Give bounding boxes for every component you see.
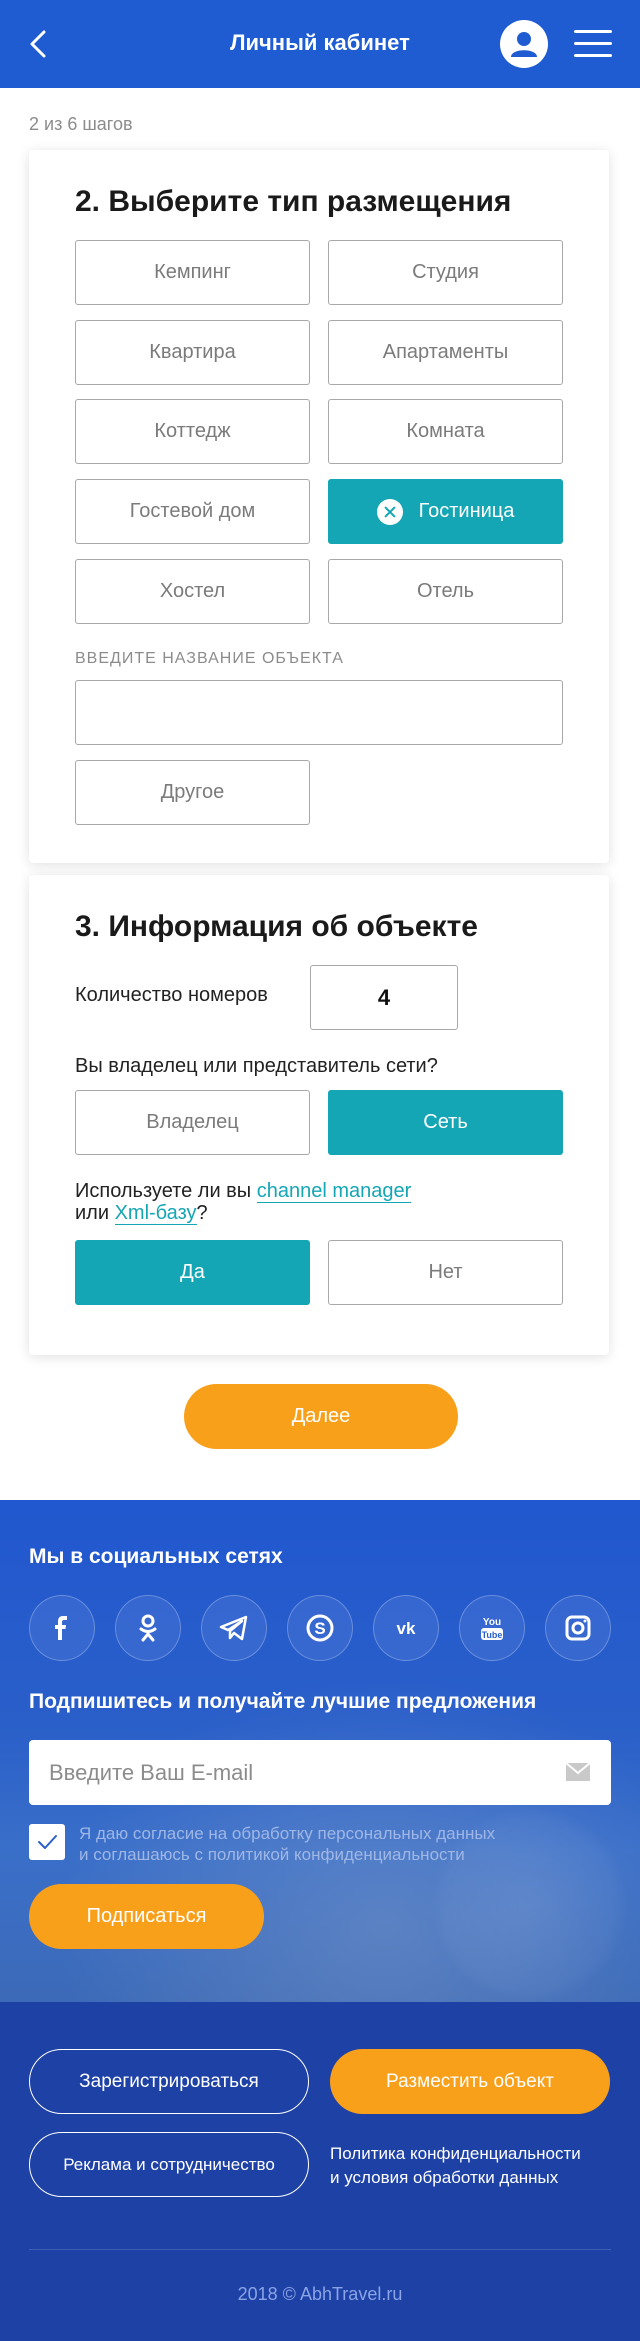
consent-checkbox[interactable] xyxy=(29,1824,65,1860)
option-cottage[interactable]: Коттедж xyxy=(75,399,310,464)
option-apartment[interactable]: Квартира xyxy=(75,320,310,385)
svg-text:Tube: Tube xyxy=(482,1630,503,1640)
option-no[interactable]: Нет xyxy=(328,1240,563,1305)
option-yes[interactable]: Да xyxy=(75,1240,310,1305)
channel-manager-question: Используете ли вы channel manager или Xm… xyxy=(75,1180,412,1225)
object-name-label: ВВЕДИТЕ НАЗВАНИЕ ОБЪЕКТА xyxy=(75,650,344,667)
object-name-input[interactable] xyxy=(75,680,563,745)
copyright: 2018 © AbhTravel.ru xyxy=(237,2284,403,2304)
register-button[interactable]: Зарегистрироваться xyxy=(29,2049,309,2114)
rooms-count-input[interactable]: 4 xyxy=(310,965,458,1030)
svg-text:You: You xyxy=(483,1617,501,1628)
subscribe-button[interactable]: Подписаться xyxy=(29,1884,264,1949)
section-title: 3. Информация об объекте xyxy=(75,910,478,943)
section-title: 2. Выберите тип размещения xyxy=(75,185,512,218)
step-progress: 2 из 6 шагов xyxy=(29,114,133,134)
rooms-label: Количество номеров xyxy=(75,984,268,1006)
profile-icon[interactable] xyxy=(500,20,548,68)
option-other[interactable]: Другое xyxy=(75,760,310,825)
social-title: Мы в социальных сетях xyxy=(29,1545,283,1568)
consent-text: Я даю согласие на обработку персональных… xyxy=(79,1824,496,1864)
footer-divider xyxy=(29,2249,611,2250)
check-icon xyxy=(38,1835,57,1849)
svg-text:S: S xyxy=(314,1619,325,1638)
option-apartments[interactable]: Апартаменты xyxy=(328,320,563,385)
place-object-button[interactable]: Разместить объект xyxy=(330,2049,610,2114)
mail-icon xyxy=(565,1762,591,1781)
option-hostel[interactable]: Хостел xyxy=(75,559,310,624)
option-hotel-selected[interactable]: Гостиница xyxy=(328,479,563,544)
channel-manager-link[interactable]: channel manager xyxy=(256,1180,412,1203)
subscribe-title: Подпишитесь и получайте лучшие предложен… xyxy=(29,1690,537,1713)
option-camping[interactable]: Кемпинг xyxy=(75,240,310,305)
app-header: Личный кабинет xyxy=(0,0,640,88)
option-owner[interactable]: Владелец xyxy=(75,1090,310,1155)
telegram-icon[interactable] xyxy=(201,1595,267,1661)
facebook-icon[interactable] xyxy=(29,1595,95,1661)
owner-question: Вы владелец или представитель сети? xyxy=(75,1055,438,1077)
youtube-icon[interactable]: You Tube xyxy=(459,1595,525,1661)
menu-icon[interactable] xyxy=(574,28,612,60)
remove-icon[interactable] xyxy=(376,498,403,525)
next-button[interactable]: Далее xyxy=(184,1384,458,1449)
skype-icon[interactable]: S xyxy=(287,1595,353,1661)
odnoklassniki-icon[interactable] xyxy=(115,1595,181,1661)
option-label: Гостиница xyxy=(418,500,515,522)
option-room[interactable]: Комната xyxy=(328,399,563,464)
option-studio[interactable]: Студия xyxy=(328,240,563,305)
accommodation-type-card: 2. Выберите тип размещения Кемпинг Студи… xyxy=(29,150,609,863)
vk-icon[interactable]: vk xyxy=(373,1595,439,1661)
privacy-policy-link[interactable]: Политика конфиденциальности и условия об… xyxy=(330,2142,581,2190)
ads-cooperation-button[interactable]: Реклама и сотрудничество xyxy=(29,2132,309,2197)
xml-base-link[interactable]: Xml-базу xyxy=(114,1202,197,1225)
svg-text:vk: vk xyxy=(397,1619,416,1638)
object-info-card: 3. Информация об объекте Количество номе… xyxy=(29,875,609,1355)
instagram-icon[interactable] xyxy=(545,1595,611,1661)
option-network[interactable]: Сеть xyxy=(328,1090,563,1155)
email-field xyxy=(29,1740,611,1805)
email-input[interactable] xyxy=(49,1740,529,1805)
option-guesthouse[interactable]: Гостевой дом xyxy=(75,479,310,544)
option-hotel[interactable]: Отель xyxy=(328,559,563,624)
